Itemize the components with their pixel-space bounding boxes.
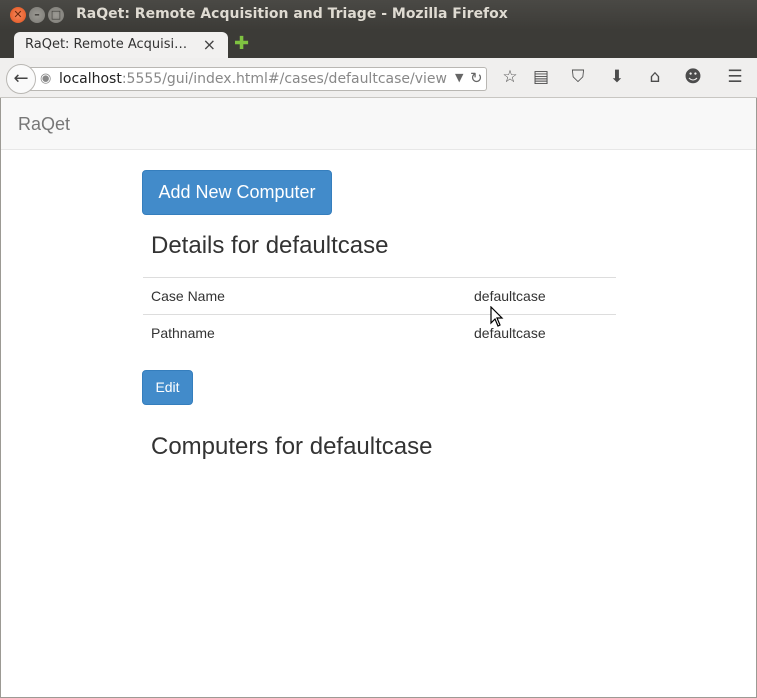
reload-icon[interactable]: ↻ — [470, 69, 483, 87]
url-text[interactable]: localhost:5555/gui/index.html#/cases/def… — [59, 71, 447, 87]
home-icon[interactable]: ⌂ — [644, 67, 666, 87]
brand-link[interactable]: RaQet — [18, 114, 70, 135]
page-content: RaQet Add New Computer Details for defau… — [0, 98, 757, 698]
details-heading: Details for defaultcase — [151, 232, 389, 259]
table-row: Case Name defaultcase — [143, 277, 616, 315]
case-name-value: defaultcase — [466, 277, 616, 315]
tab-label: RaQet: Remote Acquisi… — [25, 37, 188, 52]
url-host: localhost — [59, 71, 122, 87]
browser-tab[interactable]: RaQet: Remote Acquisi… × — [14, 32, 228, 58]
tab-bar: RaQet: Remote Acquisi… × ✚ — [0, 30, 757, 58]
window-titlebar: ✕ – □ RaQet: Remote Acquisition and Tria… — [0, 0, 757, 30]
pathname-value: defaultcase — [466, 314, 616, 352]
globe-icon: ◉ — [40, 71, 52, 86]
window-close-icon[interactable]: ✕ — [10, 7, 26, 23]
hamburger-menu-icon[interactable]: ☰ — [724, 67, 746, 87]
browser-toolbar: ◉ localhost:5555/gui/index.html#/cases/d… — [0, 58, 757, 98]
bookmark-star-icon[interactable]: ☆ — [499, 67, 521, 87]
edit-button[interactable]: Edit — [142, 370, 193, 405]
case-name-label: Case Name — [143, 277, 466, 315]
new-tab-icon[interactable]: ✚ — [234, 33, 249, 54]
smiley-icon[interactable]: ☻ — [682, 67, 704, 87]
reading-list-icon[interactable]: ▤ — [530, 67, 552, 87]
pocket-icon[interactable]: ⛉ — [567, 67, 589, 87]
url-dropdown-icon[interactable]: ▼ — [455, 71, 463, 84]
add-new-computer-button[interactable]: Add New Computer — [142, 170, 332, 215]
table-row: Pathname defaultcase — [143, 314, 616, 352]
window-maximize-icon[interactable]: □ — [48, 7, 64, 23]
details-table: Case Name defaultcase Pathname defaultca… — [143, 277, 616, 352]
mouse-pointer-icon — [490, 306, 504, 327]
download-icon[interactable]: ⬇ — [606, 67, 628, 87]
app-navbar: RaQet — [1, 98, 756, 150]
window-minimize-icon[interactable]: – — [29, 7, 45, 23]
computers-heading: Computers for defaultcase — [151, 433, 433, 460]
pathname-label: Pathname — [143, 314, 466, 352]
back-arrow-icon[interactable]: ← — [6, 64, 36, 94]
tab-close-icon[interactable]: × — [203, 35, 216, 54]
url-path: :5555/gui/index.html#/cases/defaultcase/… — [121, 71, 447, 87]
url-bar[interactable]: ◉ localhost:5555/gui/index.html#/cases/d… — [30, 67, 487, 91]
window-title: RaQet: Remote Acquisition and Triage - M… — [76, 6, 508, 22]
